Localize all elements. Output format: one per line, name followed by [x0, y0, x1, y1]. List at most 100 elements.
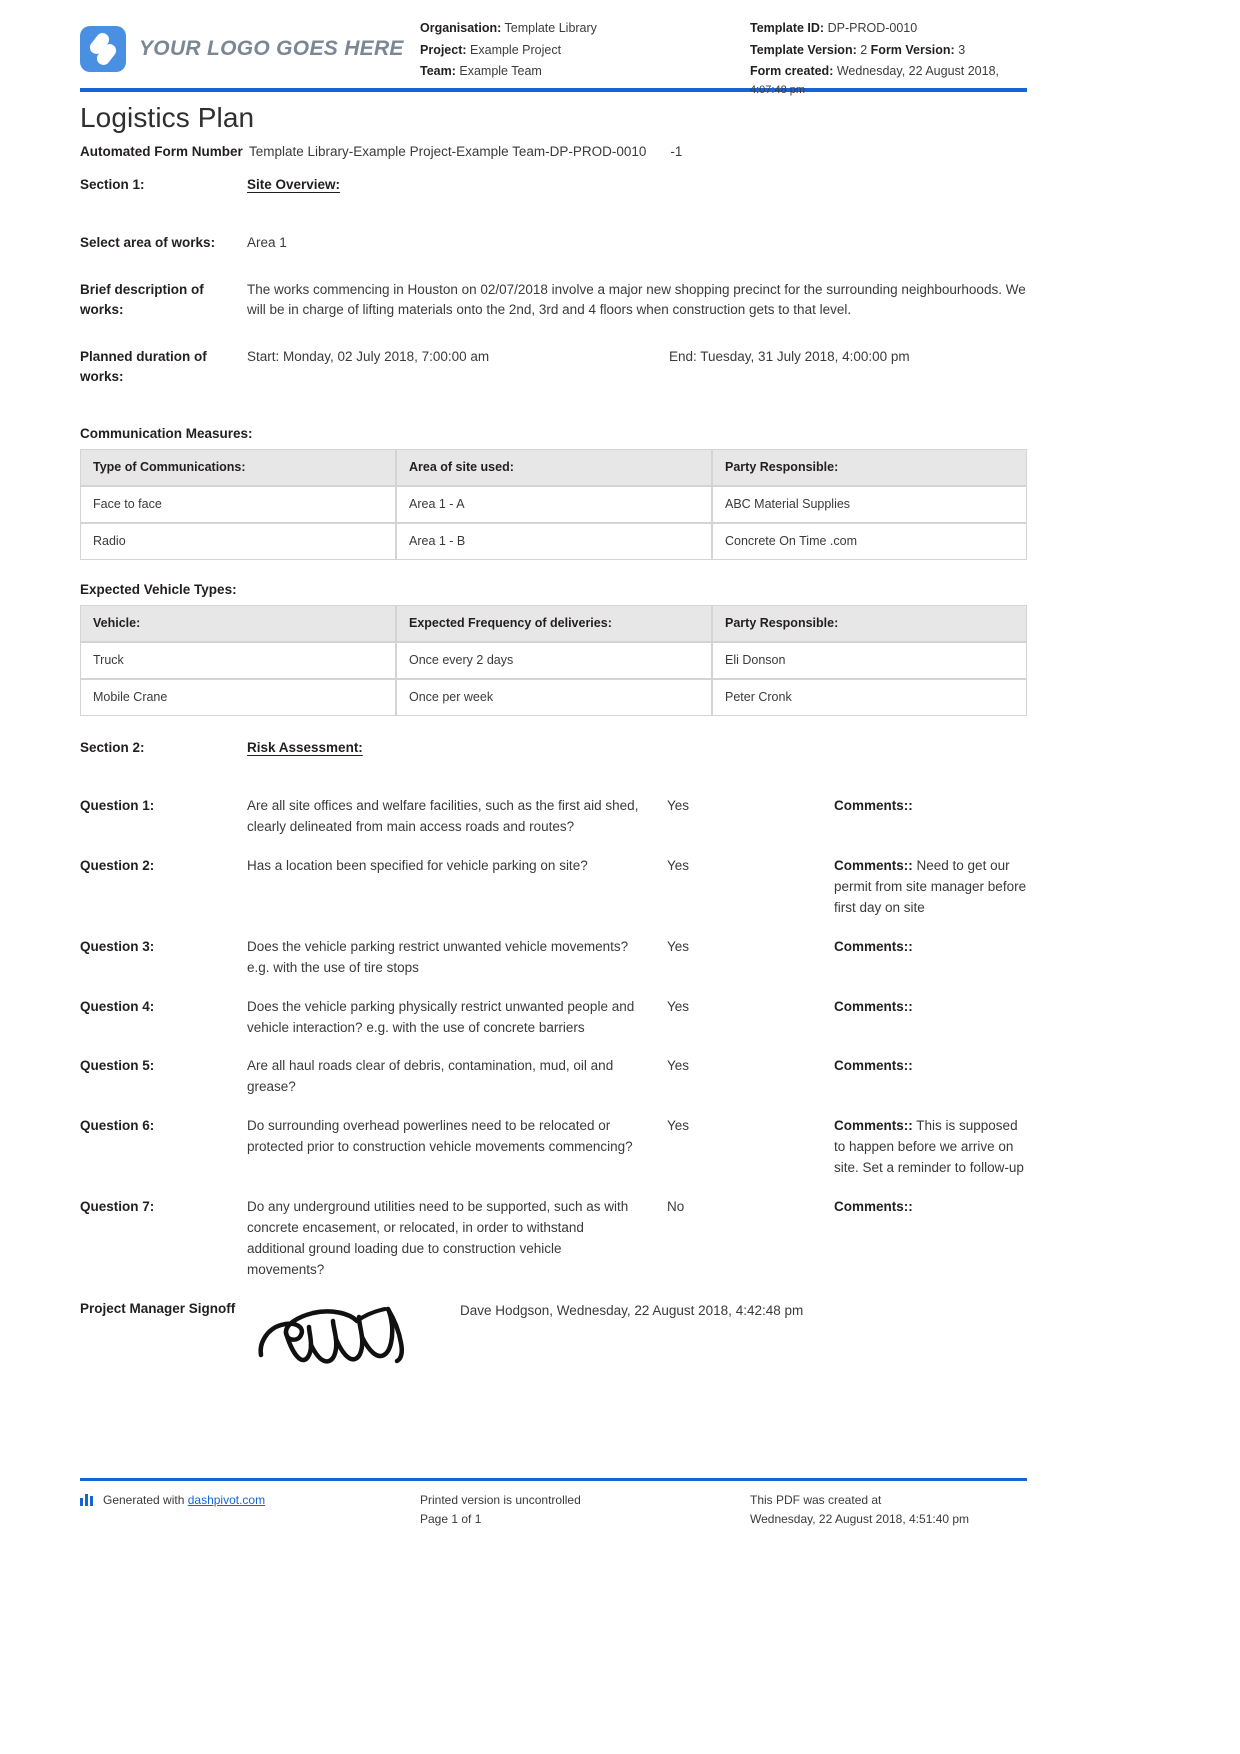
- question-answer: Yes: [667, 857, 690, 873]
- section-1-label: Section 1:: [80, 176, 145, 192]
- question-comments: Comments::: [834, 937, 1027, 958]
- question-comments: Comments:: Need to get our permit from s…: [834, 856, 1027, 919]
- form-version-label: Form Version:: [870, 42, 955, 57]
- question-comments: Comments::: [834, 796, 1027, 817]
- question-label: Question 4:: [80, 998, 155, 1014]
- comments-label: Comments::: [834, 938, 913, 954]
- question-text: Are all haul roads clear of debris, cont…: [247, 1058, 614, 1095]
- document-header: YOUR LOGO GOES HERE Organisation: Templa…: [80, 0, 1027, 96]
- generated-prefix: Generated with: [103, 1493, 188, 1507]
- question-answer: Yes: [667, 1058, 690, 1074]
- project-value: Example Project: [470, 42, 562, 57]
- dashpivot-link[interactable]: dashpivot.com: [188, 1493, 265, 1507]
- duration-label: Planned duration of works:: [80, 348, 207, 385]
- logo-text: YOUR LOGO GOES HERE: [139, 37, 404, 60]
- form-created-time: 4:07:48 pm: [750, 83, 806, 96]
- duration-end: End: Tuesday, 31 July 2018, 4:00:00 pm: [669, 348, 910, 364]
- logo-block: YOUR LOGO GOES HERE: [80, 18, 420, 72]
- question-label: Question 2:: [80, 857, 155, 873]
- organisation-line: Organisation: Template Library: [420, 18, 750, 40]
- signature-image: [247, 1299, 460, 1371]
- page-title: Logistics Plan: [80, 102, 255, 133]
- printed-uncontrolled-text: Printed version is uncontrolled: [420, 1493, 581, 1507]
- table-cell: Face to face: [80, 485, 396, 523]
- table-row: Truck Once every 2 days Eli Donson: [80, 641, 1027, 679]
- column-header: Party Responsible:: [712, 604, 1027, 642]
- table-cell: Eli Donson: [712, 641, 1027, 679]
- question-row: Question 4: Does the vehicle parking phy…: [80, 997, 1027, 1039]
- form-created-label: Form created:: [750, 64, 834, 78]
- automated-form-number-value: Template Library-Example Project-Example…: [249, 144, 647, 159]
- question-comments: Comments::: [834, 1056, 1027, 1077]
- footer-generated-text: Generated with dashpivot.com: [103, 1491, 265, 1510]
- footer-divider: [80, 1478, 1027, 1481]
- automated-form-number-value-wrap: Template Library-Example Project-Example…: [247, 142, 1027, 163]
- section-2-row: Section 2: Risk Assessment:: [80, 738, 1027, 759]
- form-created-line: Form created: Wednesday, 22 August 2018,: [750, 61, 1027, 83]
- question-text: Do any underground utilities need to be …: [247, 1199, 629, 1277]
- document-body: YOUR LOGO GOES HERE Organisation: Templa…: [80, 0, 1027, 1371]
- signoff-label: Project Manager Signoff: [80, 1300, 236, 1316]
- pdf-created-label: This PDF was created at: [750, 1493, 882, 1507]
- footer-print-info: Printed version is uncontrolled Page 1 o…: [420, 1491, 750, 1528]
- column-header: Expected Frequency of deliveries:: [396, 604, 712, 642]
- table-cell: Truck: [80, 641, 396, 679]
- question-row: Question 2: Has a location been specifie…: [80, 856, 1027, 919]
- company-logo-icon: [80, 26, 126, 72]
- project-line: Project: Example Project: [420, 40, 750, 62]
- table-cell: Area 1 - A: [396, 485, 712, 523]
- question-label: Question 3:: [80, 938, 155, 954]
- table-cell: Once every 2 days: [396, 641, 712, 679]
- team-value: Example Team: [459, 64, 542, 78]
- form-created-value: Wednesday, 22 August 2018,: [836, 64, 1000, 78]
- table-cell: Peter Cronk: [712, 678, 1027, 716]
- project-label: Project:: [420, 42, 467, 57]
- area-of-works-row: Select area of works: Area 1: [80, 233, 1027, 254]
- column-header: Type of Communications:: [80, 448, 396, 486]
- signoff-row: Project Manager Signoff Dave Hodgson, We…: [80, 1299, 1027, 1371]
- communication-table-caption: Communication Measures:: [80, 425, 253, 441]
- template-version-label: Template Version:: [750, 42, 857, 57]
- column-header: Vehicle:: [80, 604, 396, 642]
- page-number-text: Page 1 of 1: [420, 1511, 482, 1526]
- question-row: Question 3: Does the vehicle parking res…: [80, 937, 1027, 979]
- question-text: Does the vehicle parking physically rest…: [247, 998, 635, 1035]
- question-label: Question 5:: [80, 1058, 155, 1074]
- table-cell: Concrete On Time .com: [712, 522, 1027, 560]
- template-id-value: DP-PROD-0010: [827, 21, 918, 35]
- team-line: Team: Example Team: [420, 61, 750, 83]
- section-1-value: Site Overview:: [247, 176, 341, 192]
- question-row: Question 6: Do surrounding overhead powe…: [80, 1116, 1027, 1179]
- description-value: The works commencing in Houston on 02/07…: [247, 281, 1026, 318]
- comments-label: Comments::: [834, 1199, 913, 1215]
- question-text: Has a location been specified for vehicl…: [247, 857, 588, 873]
- question-text: Are all site offices and welfare facilit…: [247, 798, 639, 835]
- header-meta-left: Organisation: Template Library Project: …: [420, 18, 750, 83]
- automated-form-number-label: Automated Form Number: [80, 144, 243, 159]
- table-row: Radio Area 1 - B Concrete On Time .com: [80, 522, 1027, 560]
- section-2-value: Risk Assessment:: [247, 739, 363, 755]
- comments-label: Comments::: [834, 1118, 913, 1134]
- duration-row: Planned duration of works: Start: Monday…: [80, 347, 1027, 388]
- question-label: Question 1:: [80, 798, 155, 814]
- automated-form-number-row: Automated Form Number Template Library-E…: [80, 142, 1027, 163]
- table-cell: Radio: [80, 522, 396, 560]
- description-label: Brief description of works:: [80, 281, 204, 318]
- table-row: Face to face Area 1 - A ABC Material Sup…: [80, 485, 1027, 523]
- comments-label: Comments::: [834, 1058, 913, 1074]
- area-of-works-value: Area 1: [247, 235, 287, 251]
- question-label: Question 6:: [80, 1118, 155, 1134]
- signoff-name-date: Dave Hodgson, Wednesday, 22 August 2018,…: [460, 1302, 804, 1318]
- table-cell: Mobile Crane: [80, 678, 396, 716]
- comments-label: Comments::: [834, 798, 913, 814]
- section-2-label: Section 2:: [80, 739, 145, 755]
- section-1-row: Section 1: Site Overview:: [80, 175, 1027, 196]
- question-comments: Comments::: [834, 1197, 1027, 1218]
- footer-columns: Generated with dashpivot.com Printed ver…: [80, 1491, 1027, 1528]
- document-footer: Generated with dashpivot.com Printed ver…: [80, 1478, 1027, 1528]
- column-header: Area of site used:: [396, 448, 712, 486]
